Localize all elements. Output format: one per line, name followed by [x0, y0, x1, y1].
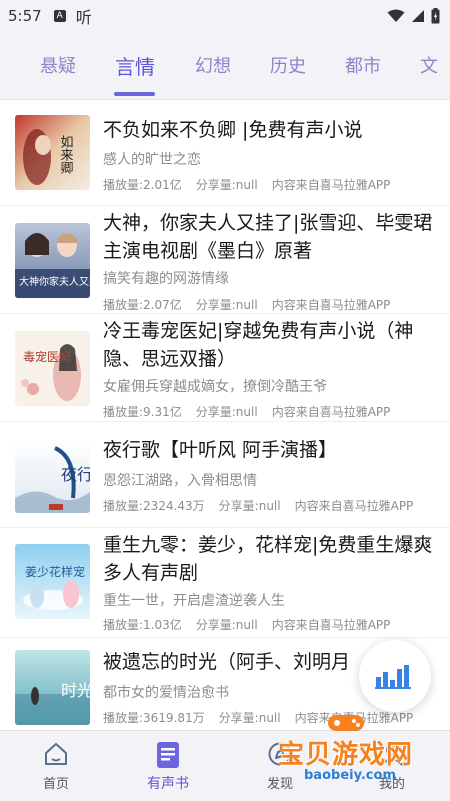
watermark-url: baobeiy.com — [304, 768, 396, 783]
book-meta: 播放量:2.07亿 分享量:null 内容来自喜马拉雅APP — [103, 296, 446, 313]
play-count: 播放量:9.31亿 — [103, 405, 182, 419]
gamepad-icon — [328, 715, 364, 731]
cover-title-text: 时光 — [61, 681, 90, 700]
share-count: 分享量:null — [195, 298, 258, 312]
site-watermark: 宝贝游戏网 baobeiy.com — [268, 710, 448, 790]
list-item[interactable]: 如来卿 不负如来不负卿 |免费有声小说 感人的旷世之恋 播放量:2.01亿 分享量… — [0, 100, 450, 206]
tab-history[interactable]: 历史 — [270, 52, 306, 78]
content-source: 内容来自喜马拉雅APP — [294, 499, 414, 513]
share-count: 分享量:null — [195, 618, 258, 632]
audio-bars-icon — [375, 665, 411, 689]
content-source: 内容来自喜马拉雅APP — [271, 298, 391, 312]
cover-title-text: 夜行歌 — [61, 465, 90, 484]
play-count: 播放量:2324.43万 — [103, 499, 205, 513]
nav-audiobooks-label: 有声书 — [147, 776, 189, 792]
signal-icon — [412, 10, 424, 22]
wifi-icon — [387, 9, 405, 22]
audiobook-icon — [157, 742, 179, 768]
content-source: 内容来自喜马拉雅APP — [271, 178, 391, 192]
active-tab-indicator — [114, 92, 155, 96]
book-cover: 夜行歌 — [15, 438, 90, 513]
book-cover: 大神你家夫人又挂了 — [15, 223, 90, 298]
share-count: 分享量:null — [195, 405, 258, 419]
book-description: 感人的旷世之恋 — [103, 152, 201, 168]
cover-title-text: 毒宠医妃 — [23, 349, 71, 364]
play-count: 播放量:2.01亿 — [103, 178, 182, 192]
tab-romance[interactable]: 言情 — [115, 51, 155, 80]
tab-urban[interactable]: 都市 — [345, 52, 381, 78]
cover-title-text: 姜少花样宠 — [25, 564, 85, 579]
share-count: 分享量:null — [195, 178, 258, 192]
nav-audiobooks[interactable]: 有声书 — [112, 731, 224, 801]
book-cover: 如来卿 — [15, 115, 90, 190]
status-time: 5:57 — [8, 7, 42, 25]
book-description: 恩怨江湖路，入骨相思情 — [103, 473, 257, 489]
list-item[interactable]: 毒宠医妃 冷王毒宠医妃|穿越免费有声小说（神隐、思远双播） 女雇佣兵穿越成嫡女，… — [0, 314, 450, 422]
book-title[interactable]: 夜行歌【叶听风 阿手演播】 — [103, 436, 440, 464]
book-description: 搞笑有趣的网游情缘 — [103, 271, 229, 287]
home-icon — [45, 743, 67, 765]
book-meta: 播放量:2324.43万 分享量:null 内容来自喜马拉雅APP — [103, 497, 446, 514]
notification-ting-icon: 听 — [75, 8, 92, 27]
tab-fantasy[interactable]: 幻想 — [195, 52, 231, 78]
book-cover: 时光 — [15, 650, 90, 725]
content-source: 内容来自喜马拉雅APP — [271, 618, 391, 632]
book-cover: 姜少花样宠 — [15, 544, 90, 619]
cover-title-text: 大神你家夫人又挂了 — [19, 275, 90, 288]
tab-literature[interactable]: 文 — [420, 52, 438, 78]
now-playing-button[interactable] — [359, 640, 431, 712]
watermark-text: 宝贝游戏网 — [278, 740, 414, 770]
book-title[interactable]: 大神，你家夫人又挂了|张雪迎、毕雯珺主演电视剧《墨白》原著 — [103, 209, 440, 265]
book-description: 重生一世，开启虐渣逆袭人生 — [103, 593, 285, 609]
book-description: 都市女的爱情治愈书 — [103, 685, 229, 701]
share-count: 分享量:null — [218, 499, 281, 513]
book-title[interactable]: 重生九零：姜少，花样宠|免费重生爆爽多人有声剧 — [103, 531, 440, 587]
nav-home-label: 首页 — [42, 777, 69, 792]
book-title[interactable]: 冷王毒宠医妃|穿越免费有声小说（神隐、思远双播） — [103, 317, 440, 373]
list-item[interactable]: 姜少花样宠 重生九零：姜少，花样宠|免费重生爆爽多人有声剧 重生一世，开启虐渣逆… — [0, 528, 450, 638]
play-count: 播放量:2.07亿 — [103, 298, 182, 312]
book-meta: 播放量:9.31亿 分享量:null 内容来自喜马拉雅APP — [103, 403, 446, 420]
play-count: 播放量:1.03亿 — [103, 618, 182, 632]
book-description: 女雇佣兵穿越成嫡女，撩倒冷酷王爷 — [103, 379, 327, 395]
notification-a-icon: A — [53, 10, 66, 22]
book-cover: 毒宠医妃 — [15, 331, 90, 406]
cover-title-text: 如来卿 — [58, 134, 74, 175]
category-tabs: 悬疑 言情 幻想 历史 都市 文 — [0, 32, 450, 100]
status-bar: 5:57 A 听 — [0, 0, 450, 32]
nav-home[interactable]: 首页 — [0, 731, 112, 801]
list-item[interactable]: 大神你家夫人又挂了 大神，你家夫人又挂了|张雪迎、毕雯珺主演电视剧《墨白》原著 … — [0, 206, 450, 314]
play-count: 播放量:3619.81万 — [103, 711, 205, 725]
battery-icon — [431, 8, 440, 24]
list-item[interactable]: 夜行歌 夜行歌【叶听风 阿手演播】 恩怨江湖路，入骨相思情 播放量:2324.4… — [0, 422, 450, 528]
book-title[interactable]: 不负如来不负卿 |免费有声小说 — [103, 116, 440, 144]
content-source: 内容来自喜马拉雅APP — [271, 405, 391, 419]
audiobook-list: 如来卿 不负如来不负卿 |免费有声小说 感人的旷世之恋 播放量:2.01亿 分享量… — [0, 100, 450, 730]
book-meta: 播放量:2.01亿 分享量:null 内容来自喜马拉雅APP — [103, 176, 446, 193]
tab-suspense[interactable]: 悬疑 — [40, 52, 76, 78]
book-meta: 播放量:1.03亿 分享量:null 内容来自喜马拉雅APP — [103, 616, 446, 633]
